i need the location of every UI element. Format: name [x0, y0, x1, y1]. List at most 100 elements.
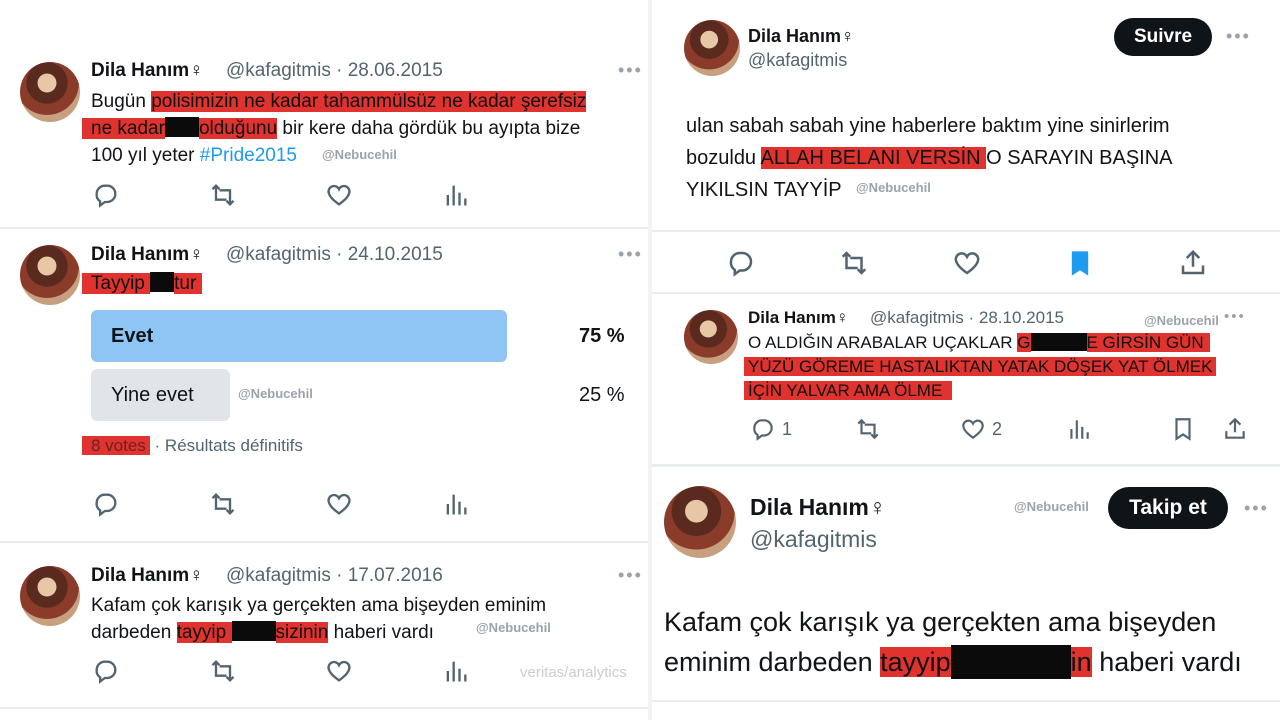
tweet-text-line-2: YÜZÜ GÖREME HASTALIKTAN YATAK DÖŞEK YAT …	[744, 355, 1217, 379]
left-screenshots-panel: Dila Hanım♀ @kafagitmis · 28.06.2015 •••…	[0, 0, 648, 720]
views-button[interactable]	[442, 181, 470, 209]
redaction-box	[231, 621, 276, 641]
text-segment: eminim darbeden	[664, 647, 881, 677]
text-segment: haberi vardı	[1091, 647, 1242, 677]
retweet-button[interactable]	[854, 416, 882, 442]
display-name[interactable]: Dila Hanım♀	[748, 308, 849, 328]
tweet-text-line-1: Kafam çok karışık ya gerçekten ama bişey…	[664, 607, 1217, 637]
highlighted-text: tayyip	[176, 622, 232, 643]
avatar[interactable]	[684, 310, 738, 364]
retweet-icon	[841, 251, 867, 275]
avatar[interactable]	[20, 566, 80, 626]
divider	[652, 700, 1280, 702]
highlighted-text: ALLAH BELANI VERSİN	[760, 147, 987, 169]
divider	[0, 707, 648, 709]
redaction-box	[950, 645, 1071, 679]
divider	[0, 227, 648, 229]
text-segment: O SARAYIN BAŞINA	[986, 147, 1173, 169]
reply-button[interactable]	[92, 490, 120, 518]
reply-icon	[95, 184, 117, 208]
watermark: @Nebucehil	[1014, 499, 1089, 514]
handle-and-date[interactable]: @kafagitmis · 17.07.2016	[226, 565, 443, 587]
handle-and-date[interactable]: @kafagitmis · 24.10.2015	[226, 244, 443, 266]
poll-option-1[interactable]: Evet	[91, 310, 507, 362]
reply-button[interactable]	[92, 657, 120, 685]
reply-button[interactable]: 1	[750, 416, 792, 442]
analytics-icon	[446, 661, 467, 682]
display-name[interactable]: Dila Hanım♀	[748, 26, 855, 47]
handle[interactable]: @kafagitmis	[750, 526, 877, 553]
share-button[interactable]	[1178, 248, 1208, 278]
poll-option-label: Evet	[111, 324, 154, 347]
retweet-button[interactable]	[208, 181, 238, 209]
text-segment: 100 yıl yeter	[91, 145, 200, 166]
follow-button[interactable]: Suivre	[1114, 18, 1212, 56]
like-button[interactable]	[325, 490, 353, 518]
avatar[interactable]	[684, 20, 740, 76]
like-button[interactable]	[952, 248, 982, 278]
handle[interactable]: @kafagitmis	[748, 50, 847, 71]
highlighted-text: İÇİN YALVAR AMA ÖLME	[744, 381, 953, 400]
watermark: @Nebucehil	[1144, 313, 1219, 328]
handle-and-date[interactable]: @kafagitmis · 28.06.2015	[226, 60, 443, 82]
highlighted-text: tur	[174, 273, 203, 294]
poll-option-1-percent: 75 %	[579, 325, 625, 347]
retweet-button[interactable]	[208, 490, 238, 518]
watermark: @Nebucehil	[856, 180, 931, 195]
retweet-button[interactable]	[838, 248, 870, 278]
reply-button[interactable]	[92, 181, 120, 209]
watermark: @Nebucehil	[238, 386, 313, 401]
heart-icon	[954, 252, 980, 275]
highlighted-text: tayyip	[880, 647, 951, 677]
veritas-watermark: veritas/analytics	[520, 664, 627, 681]
display-name[interactable]: Dila Hanım♀	[91, 60, 203, 82]
more-options-icon[interactable]: •••	[1224, 308, 1246, 325]
watermark: @Nebucehil	[476, 620, 551, 635]
more-options-icon[interactable]: •••	[618, 244, 643, 265]
handle-and-date[interactable]: @kafagitmis · 28.10.2015	[870, 308, 1064, 328]
hashtag-link[interactable]: #Pride2015	[200, 145, 297, 166]
like-count: 2	[992, 418, 1003, 439]
views-button[interactable]	[442, 657, 470, 685]
highlighted-text: ne kadar	[82, 118, 165, 139]
highlighted-text: olduğunu	[198, 118, 278, 139]
heart-icon	[327, 493, 351, 515]
redaction-box	[150, 272, 175, 292]
bookmark-filled-icon	[1071, 251, 1089, 276]
avatar[interactable]	[20, 62, 80, 122]
vote-count: 8 votes	[82, 436, 150, 455]
display-name[interactable]: Dila Hanım♀	[91, 565, 203, 587]
reply-button[interactable]	[726, 248, 756, 278]
heart-icon	[327, 660, 351, 682]
bookmark-button[interactable]	[1170, 416, 1196, 442]
retweet-icon	[857, 418, 879, 440]
views-button[interactable]	[1066, 416, 1092, 442]
text-segment: haberi vardı	[328, 622, 434, 643]
poll-option-2[interactable]: Yine evet	[91, 369, 230, 421]
views-button[interactable]	[442, 490, 470, 518]
like-button[interactable]	[325, 657, 353, 685]
highlighted-text: polisimizin ne kadar tahammülsüz ne kada…	[151, 91, 587, 112]
more-options-icon[interactable]: •••	[618, 565, 643, 586]
like-button[interactable]	[325, 181, 353, 209]
highlighted-text: YÜZÜ GÖREME HASTALIKTAN YATAK DÖŞEK YAT …	[744, 357, 1217, 376]
bookmark-button[interactable]	[1066, 248, 1094, 278]
more-options-icon[interactable]: •••	[1226, 26, 1251, 47]
like-button[interactable]: 2	[960, 416, 1002, 442]
avatar[interactable]	[20, 245, 80, 305]
follow-button[interactable]: Takip et	[1108, 487, 1228, 529]
share-button[interactable]	[1222, 416, 1248, 442]
more-options-icon[interactable]: •••	[618, 60, 643, 81]
redaction-box	[1030, 333, 1087, 351]
share-icon	[1181, 249, 1205, 275]
display-name[interactable]: Dila Hanım♀	[91, 244, 203, 266]
tweet-text-line-3: İÇİN YALVAR AMA ÖLME	[744, 379, 953, 403]
highlighted-text: in	[1070, 647, 1092, 677]
more-options-icon[interactable]: •••	[1244, 498, 1269, 519]
watermark: @Nebucehil	[322, 147, 397, 162]
avatar[interactable]	[664, 486, 736, 558]
tweet-text-line-2: ne kadar olduğunu bir kere daha gördük bu…	[82, 115, 580, 143]
display-name[interactable]: Dila Hanım♀	[750, 494, 886, 521]
divider	[0, 541, 648, 543]
retweet-button[interactable]	[208, 657, 238, 685]
